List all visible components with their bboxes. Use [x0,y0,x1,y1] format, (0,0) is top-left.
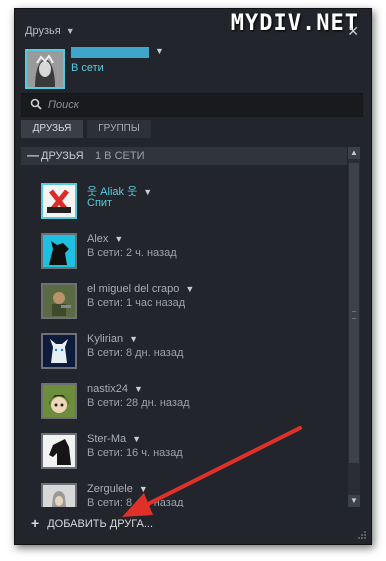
profile-name-redacted [71,47,149,58]
chevron-down-icon[interactable]: ▼ [155,46,164,56]
friend-name: Zergulele [87,483,133,495]
list-item[interactable]: 웃 Aliak 웃 ▼ Спит [41,183,341,223]
friend-name: el miguel del crapo [87,283,180,295]
window-title-menu[interactable]: Друзья ▼ [25,25,75,37]
friend-name: Ster-Ma [87,433,127,445]
profile-status: В сети [71,62,104,74]
tab-friends[interactable]: ДРУЗЬЯ [21,120,83,138]
list-item[interactable]: Ster-Ma ▼ В сети: 16 ч. назад [41,433,341,473]
friend-avatar [41,333,77,369]
list-item[interactable]: Alex ▼ В сети: 2 ч. назад [41,233,341,273]
friend-status: В сети: 16 ч. назад [87,447,183,459]
friends-group-header[interactable]: — ДРУЗЬЯ 1 В СЕТИ [21,147,347,165]
add-friend-label: ДОБАВИТЬ ДРУГА... [47,518,154,530]
list-item[interactable]: nastix24 ▼ В сети: 28 дн. назад [41,383,341,423]
friend-avatar [41,483,77,507]
friend-status: В сети: 2 ч. назад [87,247,177,259]
chevron-down-icon: ▼ [65,26,75,36]
tab-groups[interactable]: ГРУППЫ [87,120,151,138]
friend-avatar [41,433,77,469]
collapse-icon[interactable]: — [27,148,39,162]
list-item[interactable]: Kylirian ▼ В сети: 8 дн. назад [41,333,341,373]
grip-icon [352,311,356,319]
friend-name: nastix24 [87,383,128,395]
list-item[interactable]: el miguel del crapo ▼ В сети: 1 час назад [41,283,341,323]
friend-status: В сети: 1 час назад [87,297,186,309]
search-input[interactable] [48,97,348,113]
plus-icon: + [31,515,40,531]
chevron-down-icon[interactable]: ▼ [132,434,141,444]
friend-avatar [41,183,77,219]
add-friend-button[interactable]: + ДОБАВИТЬ ДРУГА... [31,515,153,531]
friends-list: — ДРУЗЬЯ 1 В СЕТИ 웃 Aliak 웃 ▼ Спит Alex ▼ … [21,147,347,507]
profile-avatar[interactable] [25,49,65,89]
scroll-down-icon[interactable]: ▼ [348,495,360,507]
chevron-down-icon[interactable]: ▼ [129,334,138,344]
friend-status: В сети: 8 дн. назад [87,347,184,359]
chevron-down-icon[interactable]: ▼ [114,234,123,244]
friend-avatar [41,233,77,269]
friend-status: Спит [87,197,113,209]
friend-status: В сети: 8 дн. назад [87,497,184,507]
chevron-down-icon[interactable]: ▼ [143,187,152,197]
watermark: MYDIV.NET [230,11,359,36]
friend-status: В сети: 28 дн. назад [87,397,190,409]
scroll-thumb[interactable] [349,163,359,463]
friend-avatar [41,383,77,419]
friend-name: Alex [87,233,109,245]
group-label: ДРУЗЬЯ [41,150,84,162]
friend-name: Kylirian [87,333,124,345]
chevron-down-icon[interactable]: ▼ [139,484,148,494]
chevron-down-icon[interactable]: ▼ [134,384,143,394]
window-title: Друзья [25,25,61,37]
friend-avatar [41,283,77,319]
friends-window: Друзья ▼ MYDIV.NET ✕ ▼ В сети ДРУЗЬЯ ГРУП… [14,8,372,545]
search-icon [30,98,42,110]
scroll-up-icon[interactable]: ▲ [348,147,360,159]
search-bar [21,93,363,117]
resize-grip-icon[interactable] [357,530,367,540]
chevron-down-icon[interactable]: ▼ [185,284,194,294]
list-item[interactable]: Zergulele ▼ В сети: 8 дн. назад [41,483,341,507]
close-icon[interactable]: ✕ [347,23,359,40]
online-count: 1 В СЕТИ [95,150,145,162]
scrollbar[interactable]: ▲ ▼ [348,147,360,507]
